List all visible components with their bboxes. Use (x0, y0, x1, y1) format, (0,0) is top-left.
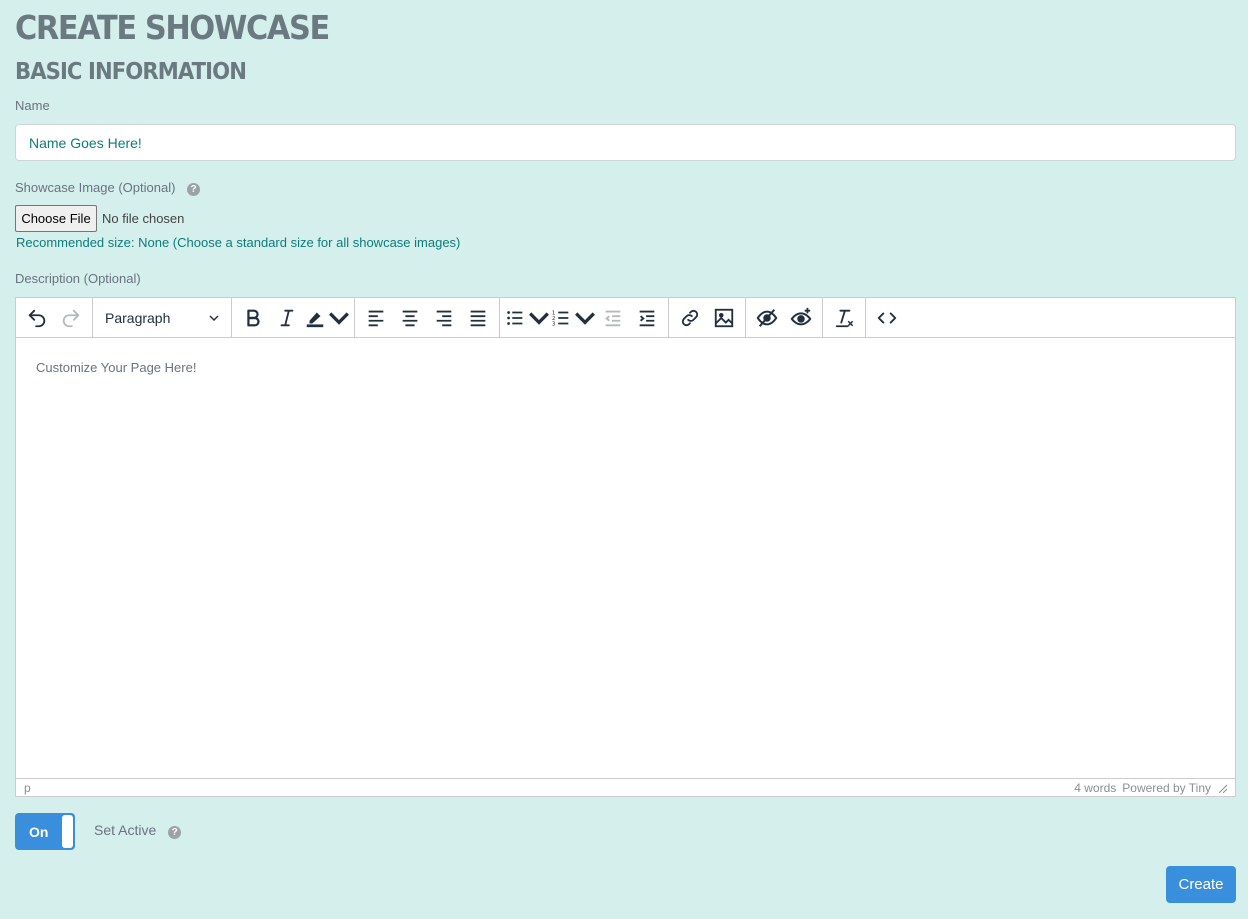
element-path[interactable]: p (24, 781, 31, 795)
align-group (355, 298, 500, 337)
align-left-icon[interactable] (359, 301, 393, 335)
create-button[interactable]: Create (1166, 866, 1236, 903)
align-right-icon[interactable] (427, 301, 461, 335)
highlight-color-icon[interactable] (304, 301, 350, 335)
indent-icon[interactable] (630, 301, 664, 335)
clear-group (823, 298, 866, 337)
block-format-value: Paragraph (105, 309, 171, 326)
insert-group (669, 298, 746, 337)
chevron-down-icon (529, 311, 549, 325)
question-circle-icon[interactable]: ? (187, 183, 201, 196)
file-picker: Choose File No file chosen (15, 205, 184, 232)
rich-text-editor: Paragraph 1 2 3 Customize Your Page Here… (15, 297, 1236, 797)
file-status: No file chosen (102, 211, 185, 226)
question-circle-icon[interactable]: ? (168, 826, 182, 839)
editor-toolbar: Paragraph 1 2 3 (16, 298, 1235, 338)
redo-icon[interactable] (54, 301, 88, 335)
source-code-icon[interactable] (870, 301, 904, 335)
align-center-icon[interactable] (393, 301, 427, 335)
section-title: BASIC INFORMATION (15, 59, 247, 85)
style-group (232, 298, 355, 337)
format-group: Paragraph (93, 298, 232, 337)
history-group (16, 298, 93, 337)
active-toggle[interactable]: On (15, 813, 75, 850)
visibility-group (746, 298, 823, 337)
bullet-list-icon[interactable] (504, 301, 550, 335)
editor-statusbar: p 4 words Powered by Tiny (16, 778, 1235, 796)
bold-icon[interactable] (236, 301, 270, 335)
choose-file-button[interactable]: Choose File (15, 205, 97, 232)
set-active-label: Set Active (94, 822, 157, 838)
toggle-knob (62, 815, 73, 848)
powered-by-link[interactable]: Powered by Tiny (1122, 781, 1211, 795)
name-label: Name (15, 98, 50, 113)
undo-icon[interactable] (20, 301, 54, 335)
image-icon[interactable] (707, 301, 741, 335)
name-input[interactable] (15, 124, 1236, 161)
toggle-label: On (29, 823, 49, 840)
list-group: 123 (500, 298, 669, 337)
chevron-down-icon (575, 311, 595, 325)
svg-text:3: 3 (552, 321, 556, 327)
outdent-icon[interactable] (596, 301, 630, 335)
align-justify-icon[interactable] (461, 301, 495, 335)
set-active-row: Set Active ? (94, 822, 182, 839)
editor-content[interactable]: Customize Your Page Here! (16, 338, 1235, 778)
image-label: Showcase Image (Optional) (15, 180, 176, 195)
code-group (866, 298, 908, 337)
image-label-row: Showcase Image (Optional) ? (15, 180, 201, 196)
block-format-select[interactable]: Paragraph (97, 301, 227, 335)
eye-slash-icon[interactable] (750, 301, 784, 335)
chevron-down-icon (209, 314, 219, 321)
image-size-hint: Recommended size: None (Choose a standar… (16, 235, 461, 250)
eye-sparkle-icon[interactable] (784, 301, 818, 335)
link-icon[interactable] (673, 301, 707, 335)
resize-handle-icon[interactable] (1217, 783, 1227, 793)
chevron-down-icon (329, 311, 349, 325)
page-title: CREATE SHOWCASE (15, 8, 330, 47)
description-label: Description (Optional) (15, 271, 141, 286)
word-count[interactable]: 4 words (1074, 781, 1116, 795)
statusbar-right: 4 words Powered by Tiny (1074, 781, 1227, 795)
clear-formatting-icon[interactable] (827, 301, 861, 335)
italic-icon[interactable] (270, 301, 304, 335)
numbered-list-icon[interactable]: 123 (550, 301, 596, 335)
